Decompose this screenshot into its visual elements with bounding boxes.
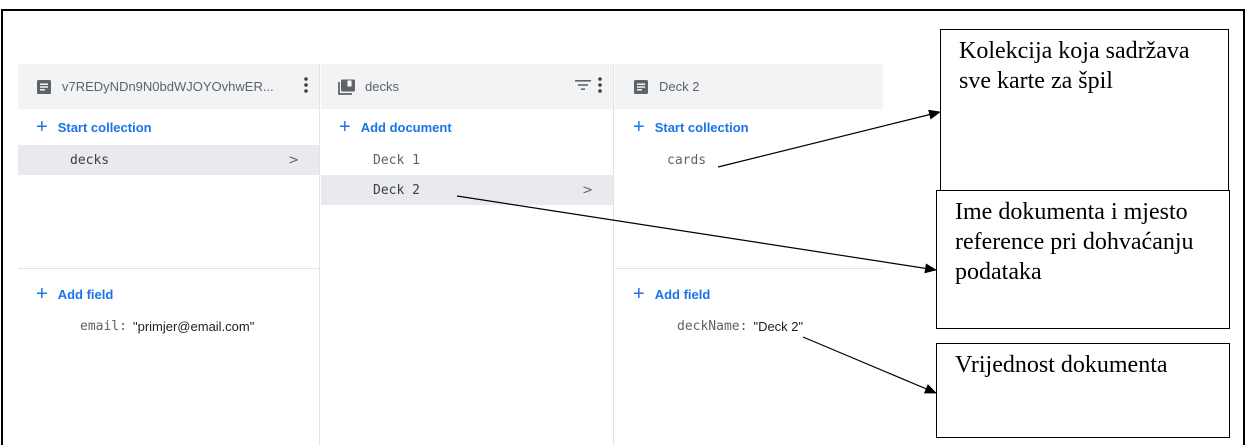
add-field-button[interactable]: + Add field xyxy=(615,276,883,312)
list-item-label: Deck 2 xyxy=(373,182,420,198)
document-item-deck-2[interactable]: Deck 2 > xyxy=(321,175,613,205)
add-field-button[interactable]: + Add field xyxy=(18,276,319,312)
document-icon xyxy=(631,77,651,97)
field-key: email: xyxy=(80,318,127,334)
plus-icon: + xyxy=(339,116,351,138)
start-collection-button[interactable]: + Start collection xyxy=(615,109,883,145)
panel-root-document: v7REDyNDn9N0bdWJOYOvhwER... + Start coll… xyxy=(18,64,320,446)
start-collection-label: Start collection xyxy=(57,119,152,135)
collection-item-decks[interactable]: decks > xyxy=(18,145,319,175)
field-row-deckname[interactable]: deckName: "Deck 2" xyxy=(615,312,883,340)
add-field-label: Add field xyxy=(57,286,114,302)
plus-icon: + xyxy=(633,283,645,305)
plus-icon: + xyxy=(36,283,48,305)
panel-header: decks xyxy=(321,64,613,109)
panel-title: decks xyxy=(365,79,399,94)
panel-deck-2-document: Deck 2 + Start collection cards + Add fi… xyxy=(615,64,883,446)
list-item-label: decks xyxy=(70,152,110,168)
list-item-label: Deck 1 xyxy=(373,152,420,168)
add-document-button[interactable]: + Add document xyxy=(321,109,613,145)
annotation-collection: Kolekcija koja sadržava sve karte za špi… xyxy=(940,29,1229,191)
list-item-label: cards xyxy=(667,152,707,168)
panel-title: v7REDyNDn9N0bdWJOYOvhwER... xyxy=(62,79,274,94)
start-collection-button[interactable]: + Start collection xyxy=(18,109,319,145)
start-collection-label: Start collection xyxy=(654,119,749,135)
field-value: "Deck 2" xyxy=(753,318,804,334)
more-vert-icon[interactable] xyxy=(597,76,603,97)
collection-icon xyxy=(337,77,357,97)
plus-icon: + xyxy=(633,116,645,138)
chevron-right-icon: > xyxy=(582,182,593,198)
panel-header: v7REDyNDn9N0bdWJOYOvhwER... xyxy=(18,64,319,109)
document-item-deck-1[interactable]: Deck 1 xyxy=(321,145,613,175)
collection-item-cards[interactable]: cards xyxy=(615,145,883,175)
divider xyxy=(615,268,883,269)
field-row-email[interactable]: email: "primjer@email.com" xyxy=(18,312,319,340)
plus-icon: + xyxy=(36,116,48,138)
add-field-label: Add field xyxy=(654,286,711,302)
document-icon xyxy=(34,77,54,97)
panel-header: Deck 2 xyxy=(615,64,883,109)
annotation-document-name: Ime dokumenta i mjesto reference pri doh… xyxy=(936,190,1230,329)
filter-icon[interactable] xyxy=(575,79,591,94)
annotation-document-value: Vrijednost dokumenta xyxy=(936,343,1230,438)
field-value: "primjer@email.com" xyxy=(132,318,255,334)
panel-decks-collection: decks + Add document Deck 1 Deck 2 > xyxy=(321,64,614,446)
add-document-label: Add document xyxy=(360,119,452,135)
chevron-right-icon: > xyxy=(288,152,299,168)
divider xyxy=(18,268,319,269)
more-vert-icon[interactable] xyxy=(303,76,309,97)
panel-title: Deck 2 xyxy=(659,79,700,94)
field-key: deckName: xyxy=(677,318,748,334)
